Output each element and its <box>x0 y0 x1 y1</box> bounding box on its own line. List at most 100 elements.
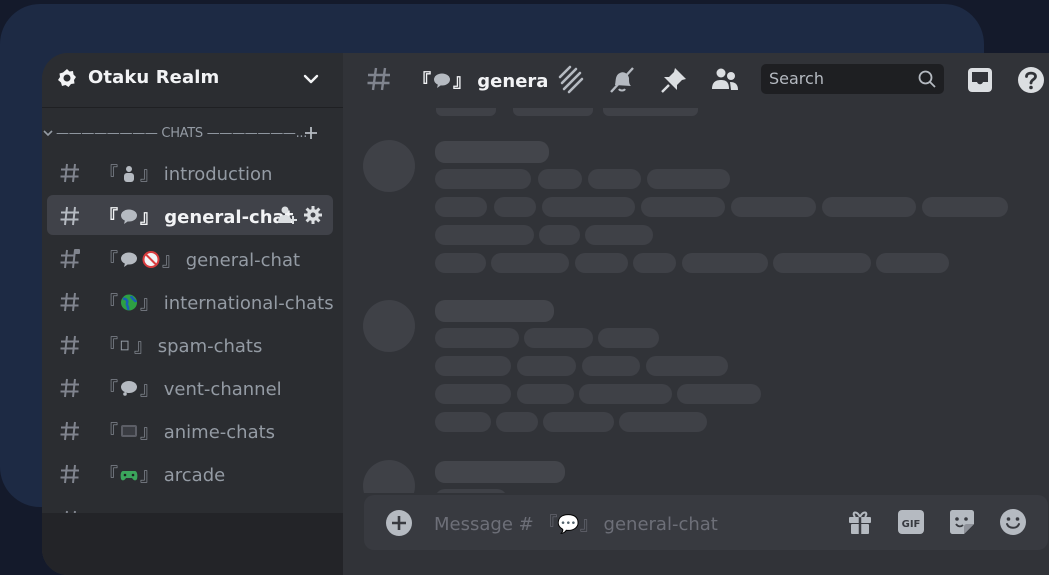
user-panel <box>42 513 343 575</box>
skeleton-line <box>496 412 538 432</box>
skeleton-line <box>494 197 536 217</box>
channel-name-row: 『』 general-chat <box>100 250 301 271</box>
server-guide-icon <box>58 69 76 87</box>
channel-label: international-chats <box>163 293 334 314</box>
avatar-placeholder <box>363 300 415 352</box>
add-attachment-icon[interactable] <box>384 508 414 538</box>
text-channel-icon <box>367 67 390 91</box>
channel-label: vent-channel <box>163 379 282 400</box>
emoji-icon[interactable] <box>998 507 1028 537</box>
channel-label: anime-chats <box>163 422 276 443</box>
gift-icon[interactable] <box>845 507 875 537</box>
skeleton-name <box>435 300 554 322</box>
channel-name-row: 『』 spam-chats <box>100 336 263 357</box>
channel-name-row: 『』 arcade <box>100 465 226 486</box>
speech-bubble-emoji <box>434 73 450 88</box>
speech-bubble-emoji <box>121 209 137 224</box>
thought-bubble-emoji <box>121 381 137 396</box>
channel-label: general-chat <box>185 250 301 271</box>
message-composer[interactable]: Message # 『💬』 general-chat GIF <box>364 495 1048 550</box>
globe-emoji <box>121 294 138 311</box>
gear-icon[interactable] <box>303 205 323 225</box>
skeleton-line <box>435 356 511 376</box>
text-channel-icon <box>60 292 79 312</box>
message-list-loading <box>343 108 1049 493</box>
skeleton-line <box>731 197 816 217</box>
channel-label: general-chat <box>164 207 294 228</box>
server-header[interactable]: Otaku Realm <box>42 53 343 108</box>
text-channel-icon <box>60 421 79 441</box>
skeleton-line <box>435 197 487 217</box>
skeleton-line <box>588 169 641 189</box>
person-emoji <box>124 166 134 182</box>
skeleton-line <box>539 225 580 245</box>
chevron-down-icon[interactable] <box>42 127 54 139</box>
channel-arcade[interactable]: 『』 arcade <box>47 453 333 493</box>
skeleton-line <box>598 328 659 348</box>
channel-general-chat-locked[interactable]: 『』 general-chat <box>47 238 333 278</box>
channel-name-row: 『』 introduction <box>100 164 273 185</box>
channel-name-row: 『』 international-chats <box>100 293 334 314</box>
skeleton-line <box>773 253 871 273</box>
text-channel-icon <box>60 335 79 355</box>
threads-icon[interactable] <box>555 65 585 95</box>
channel-vent-channel[interactable]: 『』 vent-channel <box>47 367 333 407</box>
skeleton-line <box>435 328 519 348</box>
no-under-18-emoji <box>142 251 160 268</box>
skeleton-line <box>436 108 496 116</box>
skeleton-line <box>543 412 614 432</box>
skeleton-line <box>435 225 534 245</box>
tv-emoji <box>121 425 137 437</box>
channel-international-chats[interactable]: 『』 international-chats <box>47 281 334 321</box>
discord-window: Otaku Realm ———————— CHATS ———————... 『』… <box>42 53 1049 575</box>
search-icon <box>918 70 936 88</box>
server-name: Otaku Realm <box>88 67 220 88</box>
create-channel-icon[interactable] <box>303 125 319 141</box>
skeleton-line <box>646 356 728 376</box>
chevron-down-icon[interactable] <box>301 69 321 89</box>
help-icon[interactable] <box>1016 65 1046 95</box>
mute-bell-icon[interactable] <box>607 65 637 95</box>
invite-user-icon[interactable] <box>277 205 297 225</box>
avatar-placeholder <box>363 140 415 192</box>
skeleton-line <box>435 384 511 404</box>
channel-label: arcade <box>163 465 226 486</box>
skeleton-line <box>585 225 653 245</box>
channel-label: spam-chats <box>157 336 263 357</box>
members-icon[interactable] <box>710 65 740 95</box>
message-input[interactable]: Message # 『💬』 general-chat <box>434 510 718 536</box>
skeleton-line <box>575 253 628 273</box>
skeleton-line <box>922 197 1008 217</box>
search-placeholder: Search <box>769 69 824 88</box>
skeleton-line <box>542 197 635 217</box>
channel-introduction[interactable]: 『』 introduction <box>47 152 333 192</box>
channel-anime-chats[interactable]: 『』 anime-chats <box>47 410 333 450</box>
skeleton-line <box>524 328 593 348</box>
channel-general-chat-active[interactable]: 『』 general-chat <box>47 195 333 235</box>
pin-icon[interactable] <box>659 65 689 95</box>
category-label: ———————— CHATS ———————... <box>56 126 308 141</box>
skeleton-line <box>682 253 768 273</box>
channel-name-row: 『』 anime-chats <box>100 422 276 443</box>
inbox-icon[interactable] <box>965 65 995 95</box>
skeleton-line <box>619 412 707 432</box>
skeleton-line <box>538 169 582 189</box>
locked-text-channel-icon <box>60 249 80 269</box>
channel-header: 『』 general-chat Search <box>343 53 1049 108</box>
sticker-icon[interactable] <box>947 507 977 537</box>
gif-icon[interactable]: GIF <box>896 507 926 537</box>
skeleton-line <box>876 253 949 273</box>
text-channel-icon <box>60 464 79 484</box>
skeleton-line <box>435 253 486 273</box>
search-bar[interactable]: Search <box>761 64 944 94</box>
channel-title: 『』 general-chat <box>413 67 547 93</box>
skeleton-line <box>435 412 491 432</box>
channel-spam-chats[interactable]: 『』 spam-chats <box>47 324 333 364</box>
category-chats[interactable]: ———————— CHATS ———————... <box>42 123 343 145</box>
game-controller-emoji <box>120 471 138 481</box>
text-channel-icon <box>60 378 79 398</box>
speech-bubble-emoji <box>121 252 137 267</box>
skeleton-line <box>513 108 593 116</box>
channel-name-row: 『』 general-chat <box>100 207 294 228</box>
box-glyph <box>120 340 129 351</box>
